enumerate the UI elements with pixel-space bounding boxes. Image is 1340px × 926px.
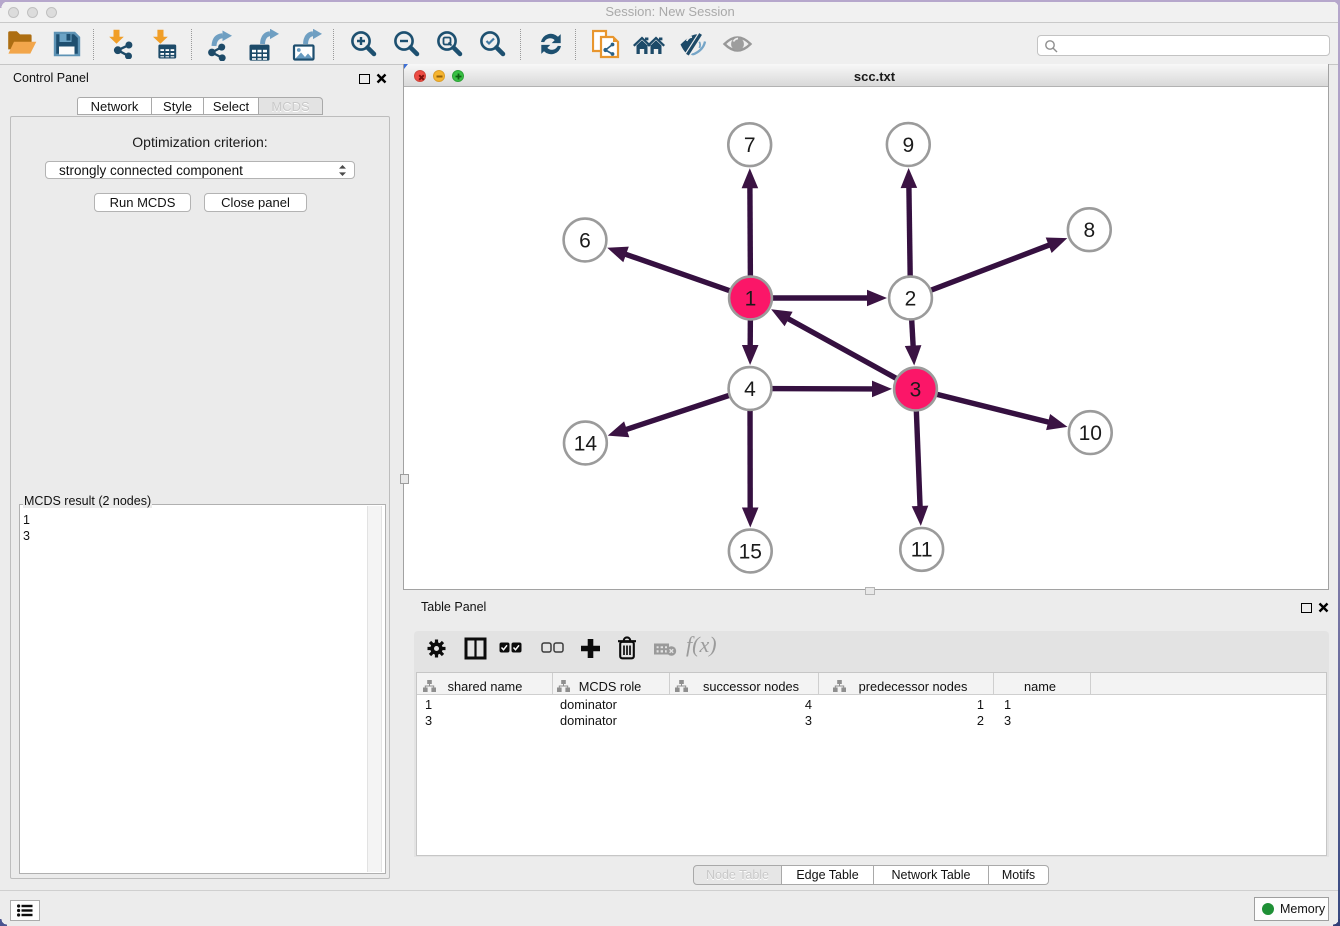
- svg-text:2: 2: [905, 287, 917, 310]
- svg-text:11: 11: [911, 539, 933, 562]
- svg-text:1: 1: [745, 287, 757, 310]
- svg-text:6: 6: [579, 229, 591, 252]
- svg-text:4: 4: [744, 378, 756, 401]
- svg-text:9: 9: [902, 134, 914, 157]
- svg-text:8: 8: [1083, 219, 1095, 242]
- svg-text:3: 3: [910, 378, 922, 401]
- svg-text:14: 14: [574, 432, 598, 455]
- svg-text:10: 10: [1079, 422, 1102, 445]
- svg-text:7: 7: [744, 134, 756, 157]
- svg-text:15: 15: [739, 540, 762, 563]
